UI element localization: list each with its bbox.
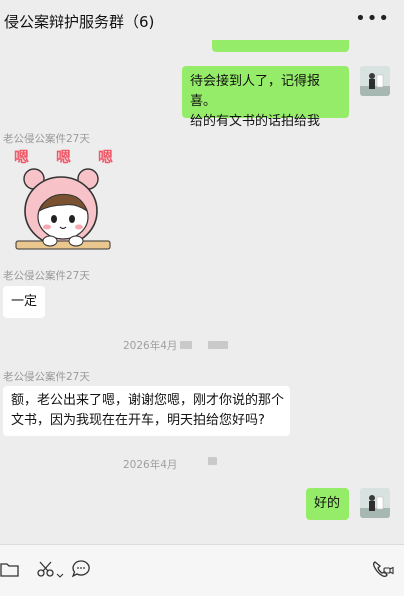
message-line: 文书，因为我现在在开车，明天拍给您好吗? bbox=[11, 413, 265, 428]
message-line: 待会接到人了，记得报喜。 bbox=[190, 74, 321, 109]
svg-text:嗯: 嗯 bbox=[56, 148, 71, 166]
chat-title: 侵公案辩护服务群（6) bbox=[4, 13, 155, 31]
more-options-icon[interactable]: ••• bbox=[355, 8, 390, 29]
message-bubble-other: 额，老公出来了嗯，谢谢您嗯，刚才你说的那个 文书，因为我现在在开车，明天拍给您好… bbox=[3, 386, 290, 436]
message-bubble-self: 待会接到人了，记得报喜。 给的有文书的话拍给我 bbox=[182, 66, 349, 129]
self-avatar[interactable] bbox=[360, 66, 390, 96]
sender-name: 老公侵公案件27天 bbox=[3, 270, 90, 282]
message-bubble-partial bbox=[212, 40, 349, 52]
input-toolbar bbox=[0, 544, 404, 596]
timestamp-redaction bbox=[208, 341, 228, 349]
self-avatar[interactable] bbox=[360, 488, 390, 518]
chevron-down-icon[interactable] bbox=[56, 565, 64, 584]
chat-icon[interactable] bbox=[71, 559, 91, 583]
timestamp-redaction bbox=[180, 341, 192, 349]
sticker[interactable]: 嗯 嗯 嗯 bbox=[12, 145, 114, 253]
timestamp: 2026年4月 bbox=[123, 459, 178, 471]
timestamp: 2026年4月 bbox=[123, 340, 178, 352]
scissors-icon[interactable] bbox=[36, 559, 56, 583]
svg-text:嗯: 嗯 bbox=[14, 148, 29, 166]
message-line: 给的有文书的话拍给我 bbox=[190, 114, 321, 129]
folder-icon[interactable] bbox=[0, 559, 20, 583]
svg-text:嗯: 嗯 bbox=[98, 148, 113, 166]
message-bubble-self: 好的 bbox=[306, 488, 349, 520]
sticker-image: 嗯 嗯 嗯 bbox=[14, 148, 113, 250]
sender-name: 老公侵公案件27天 bbox=[3, 133, 90, 145]
message-bubble-other: 一定 bbox=[3, 286, 45, 318]
video-call-icon[interactable] bbox=[372, 559, 394, 583]
chat-header: 侵公案辩护服务群（6) ••• bbox=[0, 0, 404, 40]
timestamp-redaction bbox=[208, 457, 217, 465]
message-line: 额，老公出来了嗯，谢谢您嗯，刚才你说的那个 bbox=[11, 393, 285, 408]
sender-name: 老公侵公案件27天 bbox=[3, 371, 90, 383]
